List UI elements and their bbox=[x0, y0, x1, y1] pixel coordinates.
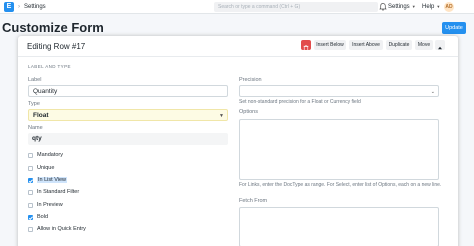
edit-row-dialog: Editing Row #17 Insert Below Insert Abov… bbox=[18, 36, 458, 246]
precision-field-label: Precision bbox=[239, 77, 262, 83]
checkbox-checked[interactable] bbox=[28, 177, 33, 183]
options-help-text: For Links, enter the DocType as range. F… bbox=[239, 182, 442, 188]
type-select-value: Float bbox=[33, 112, 49, 119]
navbar: E › Settings Search or type a command (Ct… bbox=[0, 0, 474, 14]
checkbox[interactable] bbox=[28, 202, 33, 208]
app-logo[interactable]: E bbox=[4, 2, 14, 12]
unique-checkbox[interactable]: Unique bbox=[28, 164, 54, 172]
checkbox-label: Bold bbox=[37, 214, 49, 220]
update-button[interactable]: Update bbox=[442, 22, 466, 34]
delete-button[interactable] bbox=[301, 40, 311, 51]
chevron-down-icon: ⌄ bbox=[430, 89, 435, 95]
chevron-down-icon: ▼ bbox=[411, 4, 416, 9]
bold-checkbox[interactable]: Bold bbox=[28, 213, 48, 221]
mandatory-checkbox[interactable]: Mandatory bbox=[28, 151, 63, 159]
fetch-from-field-label: Fetch From bbox=[239, 198, 268, 204]
label-input[interactable]: Quantity bbox=[28, 85, 228, 97]
settings-menu-label: Settings bbox=[388, 4, 410, 10]
checkbox-label: In Preview bbox=[37, 202, 63, 208]
checkbox-checked[interactable] bbox=[28, 214, 33, 220]
options-textarea[interactable] bbox=[239, 119, 439, 180]
avatar[interactable]: AD bbox=[444, 2, 454, 12]
dialog-divider bbox=[18, 56, 458, 57]
help-menu-label: Help bbox=[422, 4, 435, 10]
in-list-view-checkbox[interactable]: In List View bbox=[28, 176, 68, 184]
chevron-down-icon: ▼ bbox=[219, 113, 224, 119]
settings-menu[interactable]: Settings ▼ bbox=[388, 2, 416, 12]
precision-select[interactable]: ⌄ bbox=[239, 85, 439, 97]
name-field-label: Name bbox=[28, 125, 43, 131]
collapse-button[interactable] bbox=[435, 40, 445, 50]
bell-icon[interactable] bbox=[378, 2, 388, 12]
chevron-down-icon: ▼ bbox=[436, 4, 441, 9]
fetch-from-input[interactable] bbox=[239, 207, 439, 246]
checkbox-label: In List View bbox=[37, 177, 68, 183]
checkbox-label: Mandatory bbox=[37, 152, 63, 158]
in-standard-filter-checkbox[interactable]: In Standard Filter bbox=[28, 188, 79, 196]
checkbox[interactable] bbox=[28, 165, 33, 171]
checkbox[interactable] bbox=[28, 189, 33, 195]
dialog-title: Editing Row #17 bbox=[27, 42, 86, 51]
options-field-label: Options bbox=[239, 109, 258, 115]
checkbox-label: In Standard Filter bbox=[37, 189, 80, 195]
checkbox-label: Allow in Quick Entry bbox=[37, 226, 86, 232]
insert-below-button[interactable]: Insert Below bbox=[314, 40, 346, 50]
breadcrumb[interactable]: › Settings bbox=[18, 2, 46, 12]
checkbox[interactable] bbox=[28, 152, 33, 158]
in-preview-checkbox[interactable]: In Preview bbox=[28, 201, 63, 209]
chevron-right-icon: › bbox=[18, 4, 20, 10]
breadcrumb-settings[interactable]: Settings bbox=[24, 4, 46, 10]
chevron-up-icon bbox=[438, 46, 442, 50]
name-input[interactable]: qty bbox=[28, 133, 228, 145]
type-select[interactable]: Float ▼ bbox=[28, 109, 228, 121]
trash-icon bbox=[303, 45, 309, 51]
move-button[interactable]: Move bbox=[415, 40, 433, 50]
type-field-label: Type bbox=[28, 101, 40, 107]
checkbox[interactable] bbox=[28, 226, 33, 232]
search-input[interactable]: Search or type a command (Ctrl + G) bbox=[214, 2, 378, 12]
label-field-label: Label bbox=[28, 77, 42, 83]
insert-above-button[interactable]: Insert Above bbox=[349, 40, 383, 50]
help-menu[interactable]: Help ▼ bbox=[422, 2, 440, 12]
section-heading: LABEL AND TYPE bbox=[28, 64, 71, 69]
page-title: Customize Form bbox=[2, 20, 104, 35]
duplicate-button[interactable]: Duplicate bbox=[386, 40, 412, 50]
precision-help-text: Set non-standard precision for a Float o… bbox=[239, 99, 361, 105]
allow-in-quick-entry-checkbox[interactable]: Allow in Quick Entry bbox=[28, 225, 86, 233]
checkbox-label: Unique bbox=[37, 165, 55, 171]
